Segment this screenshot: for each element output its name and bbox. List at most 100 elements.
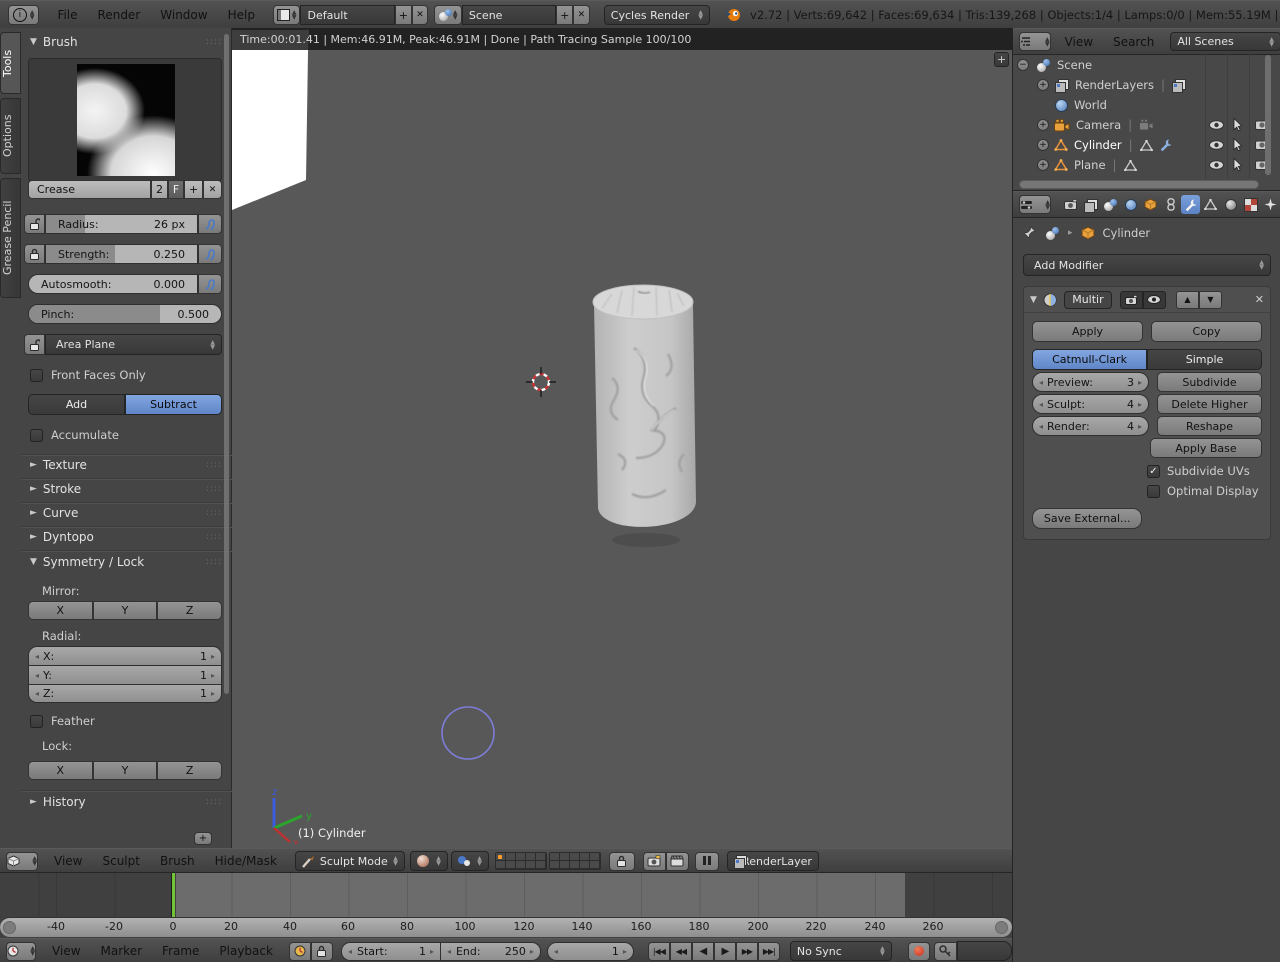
panel-header-dyntopo[interactable]: ► Dyntopo :::: [30,528,222,545]
object-cube-icon[interactable] [1081,226,1095,240]
render-still-button[interactable] [643,852,666,871]
scrollbar-left-cap[interactable] [3,921,16,934]
menu-window[interactable]: Window [150,8,217,22]
layout-browse-button[interactable]: ▲▼ [273,5,301,25]
layout-name-field[interactable]: Default [300,5,394,25]
hide-toggle-eye-icon[interactable] [1209,140,1224,150]
tab-constraints[interactable] [1161,195,1180,214]
layout-delete-button[interactable]: ✕ [412,5,429,25]
tab-render[interactable] [1061,195,1080,214]
cylinder-object[interactable] [572,258,722,558]
pin-icon[interactable] [1023,226,1036,240]
menu-view[interactable]: View [42,944,90,958]
lock-z-button[interactable]: Z [157,761,222,780]
outliner-filter-select[interactable]: All Scenes ▲▼ [1170,32,1280,51]
expand-icon[interactable]: + [1037,139,1049,151]
lock-y-button[interactable]: Y [93,761,158,780]
outliner-row-renderlayers[interactable]: + RenderLayers | [1037,75,1186,95]
catmull-clark-button[interactable]: Catmull-Clark [1032,349,1147,370]
front-faces-checkbox[interactable] [30,369,43,382]
feather-checkbox[interactable] [30,715,43,728]
outliner-row-plane[interactable]: + Plane | [1037,155,1137,175]
radial-y-stepper[interactable]: ◂ Y: 1 ▸ [28,665,222,684]
brush-preview-image[interactable] [77,64,175,176]
reshape-button[interactable]: Reshape [1157,416,1262,436]
subdivide-button[interactable]: Subdivide [1157,372,1262,392]
expand-icon[interactable]: + [1037,119,1049,131]
add-modifier-select[interactable]: Add Modifier ▲▼ [1023,254,1271,276]
apply-base-button[interactable]: Apply Base [1150,438,1262,458]
panel-header-brush[interactable]: ▼ Brush :::: [30,33,222,51]
pinch-slider[interactable]: Pinch: 0.500 [28,304,222,324]
autosmooth-pressure-button[interactable] [198,274,222,294]
menu-view[interactable]: View [44,854,92,868]
mode-select[interactable]: Sculpt Mode ▲▼ [295,851,405,871]
tab-modifiers[interactable] [1181,195,1200,214]
strength-lock-button[interactable] [24,244,45,264]
tab-render-layers[interactable] [1081,195,1100,214]
apply-button[interactable]: Apply [1032,321,1143,342]
panel-open-icon[interactable]: ▼ [1030,295,1037,305]
brush-add-button[interactable]: + [184,180,203,199]
tab-texture[interactable] [1241,195,1260,214]
scene-browse-button[interactable]: ▲▼ [434,5,462,25]
sculpt-stepper[interactable]: ◂ Sculpt: 4 ▸ [1032,394,1149,414]
editor-type-properties-button[interactable]: ▲▼ [1019,195,1051,214]
current-frame-field[interactable]: ◂ 1 ▸ [547,942,634,961]
modifier-visibility-toggle[interactable] [1143,291,1166,309]
menu-sculpt[interactable]: Sculpt [92,854,149,868]
render-animation-button[interactable] [666,852,689,871]
brush-name-field[interactable]: Crease [28,180,151,199]
scene-name-field[interactable]: Scene [462,5,556,25]
breadcrumb-object-name[interactable]: Cylinder [1103,226,1151,240]
panel-header-texture[interactable]: ► Texture :::: [30,456,222,473]
strength-slider[interactable]: Strength: 0.250 [45,244,198,264]
outliner-hscrollbar[interactable] [1019,180,1259,189]
lock-x-button[interactable]: X [28,761,93,780]
hide-toggle-eye-icon[interactable] [1209,120,1224,130]
panel-header-symmetry[interactable]: ▼ Symmetry / Lock :::: [30,553,222,570]
toolshelf-scrollbar[interactable] [224,34,229,694]
expand-icon[interactable]: + [1037,79,1049,91]
tab-options[interactable]: Options [0,98,21,174]
play-button[interactable]: ▶ [714,942,736,961]
radius-pressure-button[interactable] [198,214,222,234]
prev-keyframe-button[interactable]: ◀◀ [670,942,692,961]
copy-button[interactable]: Copy [1151,321,1262,342]
tab-tools[interactable]: Tools [0,32,21,94]
tab-scene[interactable] [1101,195,1120,214]
toolshelf-expand-button[interactable]: + [194,832,212,845]
editor-type-info-button[interactable]: i ▲▼ [8,5,39,25]
modifier-move-up-button[interactable]: ▲ [1176,291,1199,309]
lock-to-scene-button[interactable] [609,852,635,871]
layout-add-button[interactable]: + [395,5,412,25]
menu-view[interactable]: View [1055,35,1103,49]
region-expand-button[interactable]: + [994,52,1009,67]
outliner-row-camera[interactable]: + Camera | [1037,115,1154,135]
render-stepper[interactable]: ◂ Render: 4 ▸ [1032,416,1149,436]
pivot-point-select[interactable]: ▲▼ [451,851,489,871]
panel-header-stroke[interactable]: ► Stroke :::: [30,480,222,497]
menu-file[interactable]: File [47,8,87,22]
preview-range-button[interactable] [289,942,311,961]
modifier-render-toggle[interactable] [1120,291,1143,309]
brush-unlink-button[interactable]: ✕ [203,180,222,199]
layers-grid-2[interactable] [549,852,601,870]
render-engine-select[interactable]: Cycles Render ▲▼ [604,5,710,25]
timeline-playhead[interactable] [172,873,175,917]
menu-playback[interactable]: Playback [209,944,283,958]
radial-z-stepper[interactable]: ◂ Z: 1 ▸ [28,684,222,703]
optimal-display-checkbox[interactable] [1147,485,1160,498]
mirror-z-button[interactable]: Z [157,601,222,620]
selectable-toggle-cursor-icon[interactable] [1233,158,1243,171]
panel-header-history[interactable]: ► History :::: [30,793,222,810]
subdivide-uvs-checkbox[interactable]: ✓ [1147,465,1160,478]
menu-search[interactable]: Search [1103,35,1164,49]
menu-render[interactable]: Render [88,8,151,22]
mirror-y-button[interactable]: Y [93,601,158,620]
editor-type-3dview-button[interactable]: ▲▼ [6,852,38,871]
jump-to-start-button[interactable]: |◀◀ [648,942,670,961]
selectable-toggle-cursor-icon[interactable] [1233,118,1243,131]
radius-slider[interactable]: Radius: 26 px [45,214,198,234]
outliner-vscrollbar[interactable] [1265,55,1271,175]
